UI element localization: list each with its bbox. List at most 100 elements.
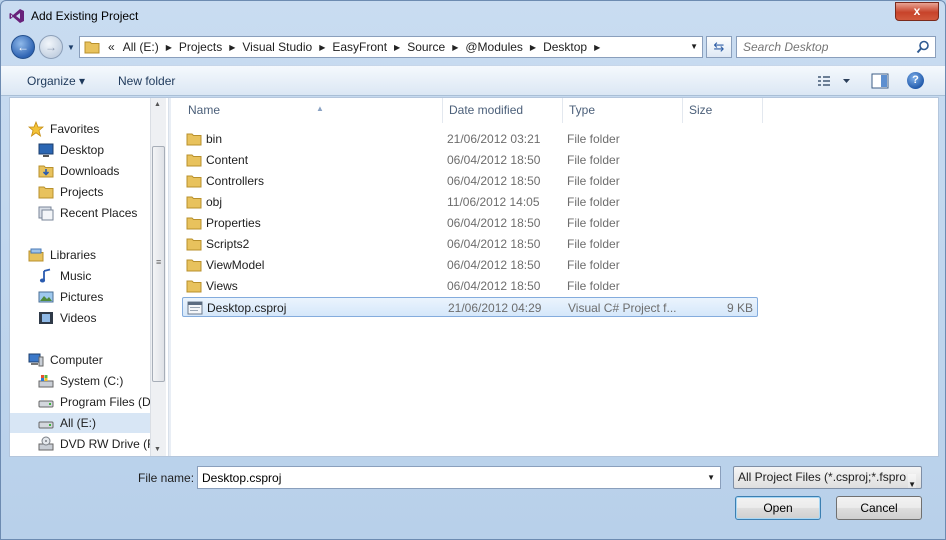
address-dropdown-icon[interactable]: ▼ <box>690 42 698 51</box>
folder-icon <box>84 41 100 54</box>
system-drive-icon <box>38 375 54 388</box>
scroll-down-icon[interactable]: ▼ <box>154 446 161 453</box>
nav-item-music[interactable]: Music <box>38 266 168 286</box>
nav-item-all-e[interactable]: All (E:) <box>10 413 158 433</box>
chevron-right-icon[interactable]: ▶ <box>163 43 175 52</box>
chevron-down-icon[interactable]: ▼ <box>707 473 715 482</box>
change-view-icon[interactable] <box>817 73 853 89</box>
column-header-date[interactable]: Date modified <box>443 98 563 123</box>
open-button[interactable]: Open <box>735 496 821 520</box>
file-date: 21/06/2012 04:29 <box>448 301 542 315</box>
pane-splitter[interactable] <box>168 98 171 456</box>
help-button[interactable]: ? <box>907 72 924 89</box>
navigation-scrollbar[interactable]: ▲ ≡ ▼ <box>150 98 166 456</box>
search-box[interactable] <box>736 36 936 58</box>
file-row[interactable]: Properties 06/04/2012 18:50 File folder <box>182 213 758 233</box>
nav-item-desktop[interactable]: Desktop <box>38 140 168 160</box>
new-folder-button[interactable]: New folder <box>118 74 175 88</box>
nav-item-label: System (C:) <box>60 374 124 388</box>
breadcrumb-item[interactable]: All (E:) <box>119 40 163 54</box>
file-row[interactable]: Views 06/04/2012 18:50 File folder <box>182 276 758 296</box>
dvd-drive-icon <box>38 436 54 451</box>
drive-icon <box>38 400 54 408</box>
file-type: File folder <box>567 216 620 230</box>
file-date: 06/04/2012 18:50 <box>447 174 541 188</box>
close-button[interactable]: x <box>895 2 939 21</box>
csproj-file-icon <box>187 301 203 315</box>
file-row[interactable]: bin 21/06/2012 03:21 File folder <box>182 129 758 149</box>
nav-item-label: Desktop <box>60 143 105 157</box>
column-header-name[interactable]: ▲ Name <box>182 98 443 123</box>
file-row[interactable]: Controllers 06/04/2012 18:50 File folder <box>182 171 758 191</box>
nav-item-favorites[interactable]: Favorites <box>28 119 168 139</box>
scroll-up-icon[interactable]: ▲ <box>154 101 161 108</box>
breadcrumb-item[interactable]: Source <box>403 40 449 54</box>
search-icon[interactable] <box>916 40 930 54</box>
chevron-right-icon[interactable]: ▶ <box>591 43 603 52</box>
nav-item-pictures[interactable]: Pictures <box>38 287 168 307</box>
chevron-right-icon[interactable]: ▶ <box>226 43 238 52</box>
music-icon <box>39 268 51 283</box>
chevron-right-icon[interactable]: ▶ <box>391 43 403 52</box>
nav-item-videos[interactable]: Videos <box>38 308 168 328</box>
preview-pane-icon[interactable] <box>871 73 889 89</box>
recent-locations-dropdown[interactable]: ▼ <box>67 43 75 52</box>
chevron-right-icon[interactable]: ▶ <box>449 43 461 52</box>
folder-icon <box>186 154 202 167</box>
nav-item-libraries[interactable]: Libraries <box>28 245 168 265</box>
nav-item-program-files-d[interactable]: Program Files (D: <box>38 392 168 412</box>
organize-button[interactable]: Organize ▾ <box>27 74 85 88</box>
file-date: 21/06/2012 03:21 <box>447 132 541 146</box>
scrollbar-thumb[interactable]: ≡ <box>152 146 165 382</box>
refresh-button[interactable]: ⇆ <box>706 36 732 58</box>
nav-item-system-c[interactable]: System (C:) <box>38 371 168 391</box>
breadcrumb-overflow[interactable]: « <box>104 40 119 54</box>
address-bar[interactable]: « All (E:) ▶ Projects ▶ Visual Studio ▶ … <box>79 36 703 58</box>
recent-places-icon <box>38 206 54 221</box>
folder-icon <box>38 186 54 199</box>
forward-arrow-icon: → <box>45 40 57 54</box>
forward-button[interactable]: → <box>39 35 63 59</box>
file-date: 06/04/2012 18:50 <box>447 258 541 272</box>
nav-item-computer[interactable]: Computer <box>28 350 168 370</box>
file-row[interactable]: Scripts2 06/04/2012 18:50 File folder <box>182 234 758 254</box>
file-name-label: File name: <box>138 471 195 485</box>
breadcrumb-item[interactable]: Visual Studio <box>238 40 316 54</box>
column-header-type[interactable]: Type <box>563 98 683 123</box>
navigation-pane[interactable]: Favorites Desktop Downloads Projects Rec… <box>10 98 168 456</box>
breadcrumb-item[interactable]: Desktop <box>539 40 591 54</box>
file-type-filter-value: All Project Files (*.csproj;*.fspro <box>738 470 907 484</box>
folder-icon <box>186 196 202 209</box>
breadcrumb-item[interactable]: @Modules <box>461 40 527 54</box>
search-input[interactable] <box>743 39 913 55</box>
column-label: Name <box>188 103 221 117</box>
column-header-size[interactable]: Size <box>683 98 763 123</box>
nav-item-label: Computer <box>50 353 103 367</box>
cancel-button[interactable]: Cancel <box>836 496 922 520</box>
nav-item-downloads[interactable]: Downloads <box>38 161 168 181</box>
file-row-selected[interactable]: Desktop.csproj 21/06/2012 04:29 Visual C… <box>182 297 758 317</box>
file-type-filter[interactable]: All Project Files (*.csproj;*.fspro ▼ <box>733 466 922 489</box>
column-label: Date modified <box>449 103 524 117</box>
file-row[interactable]: Content 06/04/2012 18:50 File folder <box>182 150 758 170</box>
title-bar[interactable]: Add Existing Project x <box>1 1 945 31</box>
chevron-right-icon[interactable]: ▶ <box>316 43 328 52</box>
file-name: Controllers <box>206 174 265 188</box>
nav-item-dvd-rw-f[interactable]: DVD RW Drive (F: <box>38 434 168 454</box>
file-name-combobox[interactable]: ▼ <box>197 466 721 489</box>
breadcrumb-item[interactable]: EasyFront <box>328 40 391 54</box>
file-type: File folder <box>567 258 620 272</box>
chevron-down-icon[interactable]: ▼ <box>908 474 916 488</box>
nav-item-projects[interactable]: Projects <box>38 182 168 202</box>
file-list: ▲ Name Date modified Type Size bin 21/06… <box>172 98 938 456</box>
file-name-input[interactable] <box>202 470 692 486</box>
file-type: File folder <box>567 279 620 293</box>
breadcrumb-item[interactable]: Projects <box>175 40 226 54</box>
file-row[interactable]: ViewModel 06/04/2012 18:50 File folder <box>182 255 758 275</box>
chevron-right-icon[interactable]: ▶ <box>527 43 539 52</box>
nav-item-recent-places[interactable]: Recent Places <box>38 203 168 223</box>
file-name: Content <box>206 153 249 167</box>
file-name: Desktop.csproj <box>207 301 287 315</box>
back-button[interactable]: ← <box>11 35 35 59</box>
file-row[interactable]: obj 11/06/2012 14:05 File folder <box>182 192 758 212</box>
